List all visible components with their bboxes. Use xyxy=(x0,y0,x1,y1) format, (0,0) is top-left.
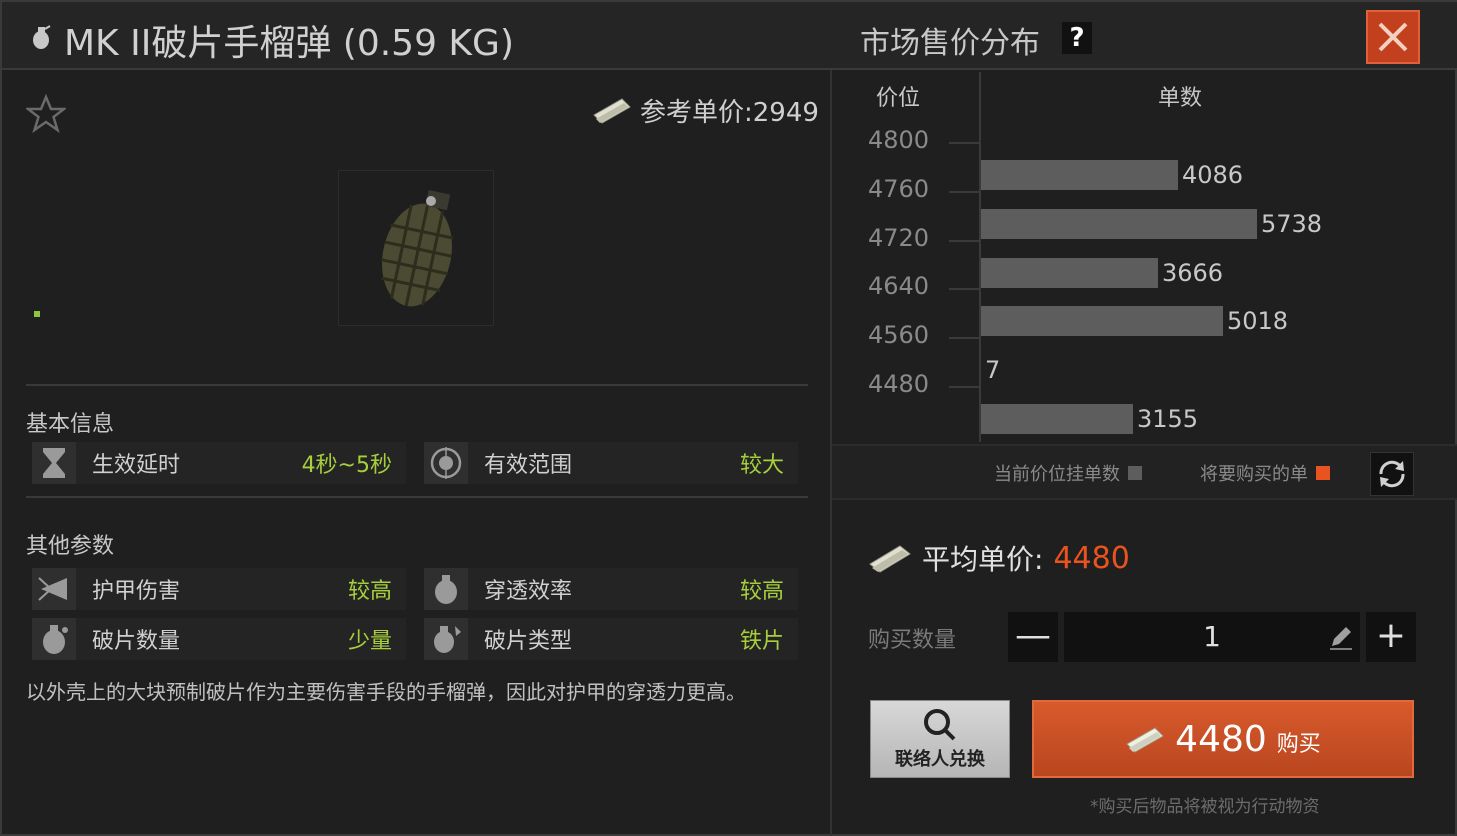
y-tick xyxy=(949,239,979,242)
fragment-type-icon xyxy=(424,618,468,660)
y-tick-label: 4760 xyxy=(868,174,930,203)
refresh-button[interactable] xyxy=(1370,452,1414,496)
legend-current-label: 当前价位挂单数 xyxy=(994,464,1120,485)
y-tick-label: 4720 xyxy=(868,223,930,252)
y-tick xyxy=(949,386,979,388)
y-tick-label: 4560 xyxy=(868,321,930,350)
bar-value-label: 3155 xyxy=(1137,405,1199,433)
grenade-icon xyxy=(33,25,51,49)
y-tick xyxy=(949,190,979,193)
stat-row: 穿透效率 较高 xyxy=(424,568,798,610)
bar-value-label: 7 xyxy=(985,356,1001,385)
stat-value: 较大 xyxy=(739,453,784,478)
stat-value: 少量 xyxy=(347,629,392,654)
pencil-icon[interactable] xyxy=(1328,624,1354,650)
stat-name: 生效延时 xyxy=(92,453,181,478)
chart-legend: 当前价位挂单数 将要购买的单 xyxy=(832,444,1457,500)
item-image-frame xyxy=(338,170,494,326)
y-tick xyxy=(949,337,979,340)
item-title: MK II破片手榴弹 (0.59 KG) xyxy=(64,23,514,64)
quantity-label: 购买数量 xyxy=(868,628,957,653)
legend-to-buy-label: 将要购买的单 xyxy=(1200,464,1308,485)
price-distribution-chart: 价位 单数 4800 4760 4720 4640 4560 4480 4086 5738 36… xyxy=(842,72,1454,442)
money-icon xyxy=(593,98,631,124)
contact-exchange-button[interactable]: 联络人兑换 xyxy=(870,700,1010,778)
contact-exchange-label: 联络人兑换 xyxy=(895,749,985,770)
bar-value-label: 3666 xyxy=(1162,258,1224,287)
reference-price-label: 参考单价:2949 xyxy=(640,97,819,128)
quantity-input[interactable]: 1 xyxy=(1064,612,1360,662)
y-tick-label: 4640 xyxy=(868,272,930,301)
hourglass-icon xyxy=(32,442,76,484)
buy-label: 购买 xyxy=(1276,732,1321,757)
y-tick xyxy=(949,288,979,291)
x-axis-title: 单数 xyxy=(1158,86,1203,111)
stat-value: 4秒~5秒 xyxy=(301,453,392,478)
status-dot xyxy=(34,311,40,317)
armor-damage-icon xyxy=(32,568,76,610)
search-icon xyxy=(924,709,956,741)
bar-value-label: 4086 xyxy=(1182,161,1244,189)
stat-row: 生效延时 4秒~5秒 xyxy=(32,442,406,484)
average-price-value: 4480 xyxy=(1053,540,1130,576)
chart-bar xyxy=(981,404,1133,434)
stat-value: 较高 xyxy=(739,579,784,604)
money-icon xyxy=(869,545,911,573)
chart-bar xyxy=(981,160,1178,190)
stat-name: 穿透效率 xyxy=(484,579,573,604)
section-divider xyxy=(26,384,808,386)
penetration-icon xyxy=(424,568,468,610)
y-tick-label: 4480 xyxy=(868,370,930,398)
close-icon xyxy=(1378,22,1408,52)
money-icon xyxy=(1126,727,1164,753)
section-divider xyxy=(26,496,808,498)
close-button[interactable] xyxy=(1366,10,1420,64)
refresh-icon xyxy=(1379,460,1405,488)
legend-current: 当前价位挂单数 xyxy=(994,460,1142,486)
market-title: 市场售价分布 xyxy=(860,26,1040,61)
reference-price: 参考单价:2949 xyxy=(592,92,819,128)
stat-name: 有效范围 xyxy=(484,453,573,478)
average-price-label: 平均单价: xyxy=(922,543,1044,576)
item-description: 以外壳上的大块预制破片作为主要伤害手段的手榴弹，因此对护甲的穿透力更高。 xyxy=(26,680,746,704)
legend-to-buy-swatch xyxy=(1316,466,1330,480)
legend-to-buy: 将要购买的单 xyxy=(1200,460,1330,486)
quantity-increase-button[interactable]: + xyxy=(1366,612,1416,662)
fragment-count-icon xyxy=(32,618,76,660)
chart-bar xyxy=(981,208,1257,239)
quantity-decrease-button[interactable]: — xyxy=(1008,612,1058,662)
range-icon xyxy=(424,442,468,484)
y-tick-label: 4800 xyxy=(868,126,930,154)
basic-info-heading: 基本信息 xyxy=(26,412,115,437)
stat-name: 破片类型 xyxy=(484,629,573,654)
stat-name: 破片数量 xyxy=(92,629,181,654)
stat-value: 铁片 xyxy=(739,629,784,654)
buy-button[interactable]: 4480 购买 xyxy=(1032,700,1414,778)
purchase-note: *购买后物品将被视为行动物资 xyxy=(1090,797,1320,817)
y-tick xyxy=(949,142,979,144)
stat-row: 护甲伤害 较高 xyxy=(32,568,406,610)
window-header: MK II破片手榴弹 (0.59 KG) 市场售价分布 ? xyxy=(2,2,1457,70)
stat-name: 护甲伤害 xyxy=(92,579,181,604)
grenade-image xyxy=(380,190,454,307)
y-axis-title: 价位 xyxy=(876,86,921,111)
stat-row: 有效范围 较大 xyxy=(424,442,798,484)
chart-bar xyxy=(981,257,1158,288)
market-window: MK II破片手榴弹 (0.59 KG) 市场售价分布 ? 参考单价:2949 xyxy=(0,0,1457,836)
average-price: 平均单价: 4480 xyxy=(868,538,1130,578)
stat-row: 破片类型 铁片 xyxy=(424,618,798,660)
help-button[interactable]: ? xyxy=(1062,22,1092,54)
stat-row: 破片数量 少量 xyxy=(32,618,406,660)
bar-value-label: 5018 xyxy=(1227,307,1289,336)
stat-value: 较高 xyxy=(347,579,392,604)
chart-bar xyxy=(981,306,1223,337)
buy-price: 4480 xyxy=(1175,718,1267,760)
legend-current-swatch xyxy=(1128,466,1142,480)
favorite-star-icon[interactable] xyxy=(26,94,66,134)
other-params-heading: 其他参数 xyxy=(26,534,115,559)
bar-value-label: 5738 xyxy=(1261,209,1323,238)
